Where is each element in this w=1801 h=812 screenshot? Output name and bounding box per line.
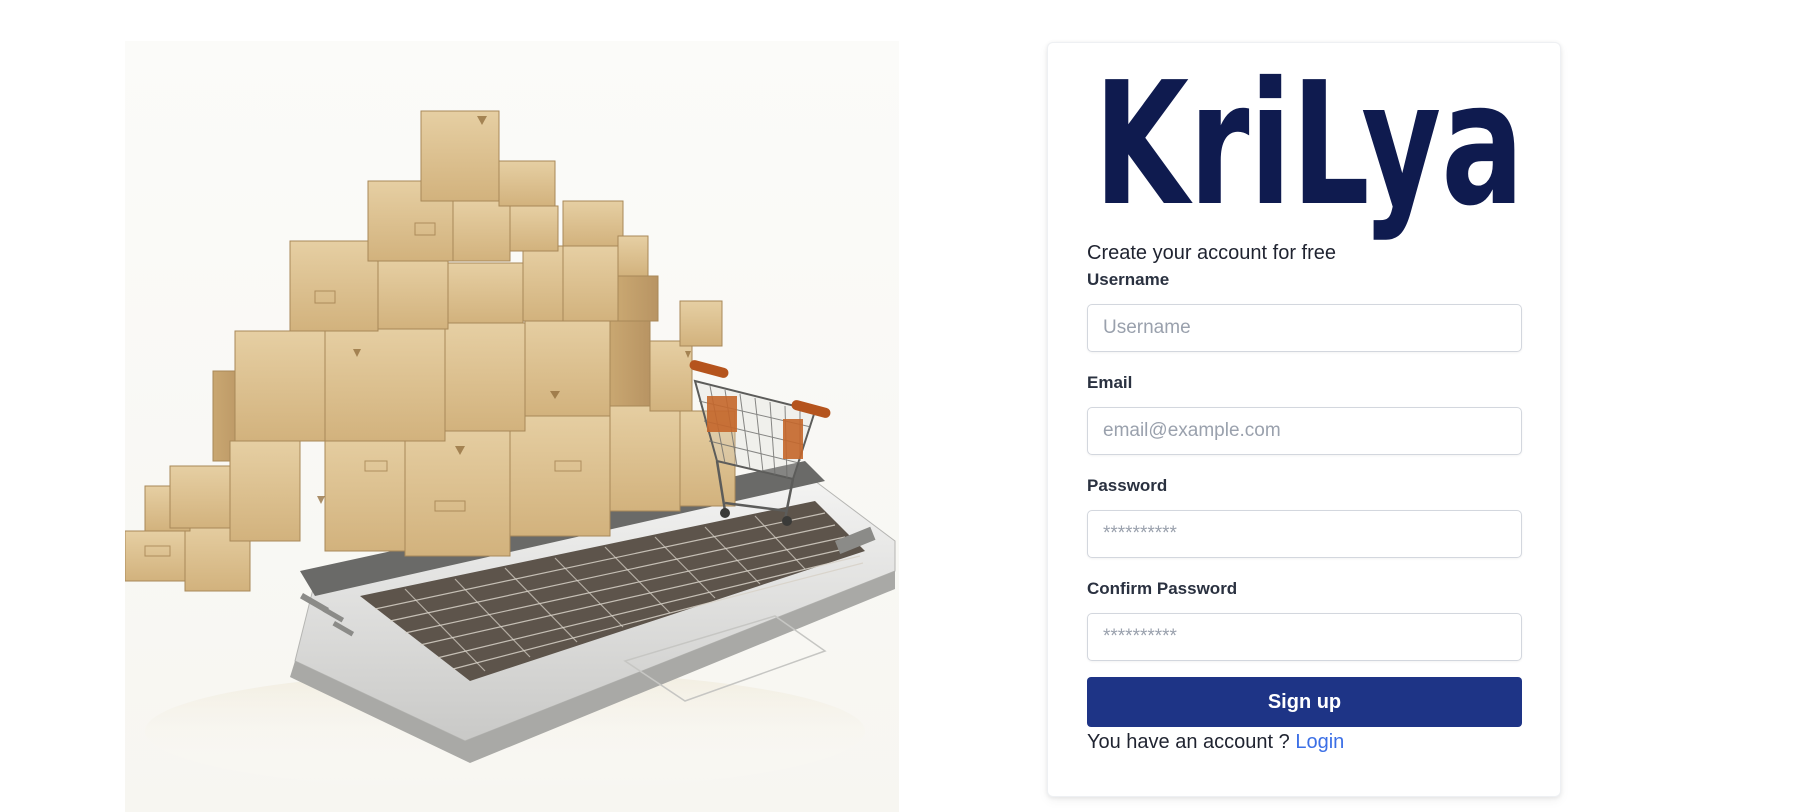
signup-tagline: Create your account for free	[1087, 242, 1337, 264]
email-label: Email	[1087, 373, 1133, 392]
krilya-logo: KriLya	[1094, 73, 1524, 243]
confirm-password-input[interactable]	[1087, 613, 1522, 661]
logo-text: KriLya	[1094, 73, 1524, 243]
signup-button[interactable]: Sign up	[1087, 677, 1522, 727]
password-label: Password	[1087, 476, 1168, 495]
username-input[interactable]	[1087, 304, 1522, 352]
email-input[interactable]	[1087, 407, 1522, 455]
password-input[interactable]	[1087, 510, 1522, 558]
login-link[interactable]: Login	[1295, 731, 1344, 753]
signup-card: KriLya Create your account for free User…	[1047, 42, 1561, 797]
username-label: Username	[1087, 270, 1170, 289]
account-prompt-text: You have an account ?	[1087, 731, 1290, 753]
login-prompt: You have an account ? Login	[1087, 731, 1344, 754]
hero-illustration	[125, 41, 899, 812]
confirm-password-label: Confirm Password	[1087, 579, 1238, 598]
signup-page: KriLya Create your account for free User…	[0, 0, 1801, 812]
ecommerce-illustration	[125, 110, 896, 791]
